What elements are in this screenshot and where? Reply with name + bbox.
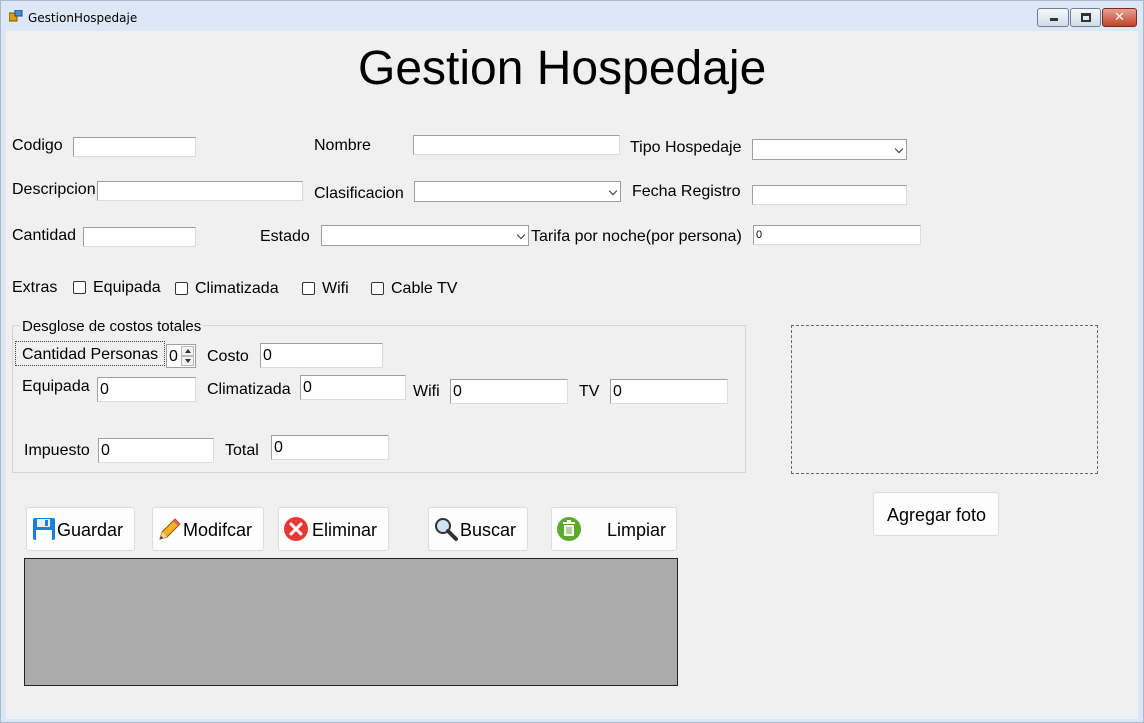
climatizada-checkbox[interactable] xyxy=(175,282,188,295)
fecha-registro-input[interactable] xyxy=(752,185,907,205)
guardar-button[interactable]: Guardar xyxy=(26,507,135,551)
estado-label: Estado xyxy=(260,228,310,245)
stepper-down-arrow-icon[interactable] xyxy=(181,356,194,366)
tv-cost-input[interactable]: 0 xyxy=(610,379,728,404)
limpiar-label: Limpiar xyxy=(607,520,667,540)
cable-tv-checkbox-label[interactable]: Cable TV xyxy=(391,280,457,298)
data-grid[interactable] xyxy=(24,558,678,686)
tipo-hospedaje-label: Tipo Hospedaje xyxy=(630,139,742,156)
close-button[interactable]: ✕ xyxy=(1102,8,1137,27)
minimize-icon xyxy=(1050,18,1058,21)
cantidad-label: Cantidad xyxy=(12,227,77,244)
maximize-button[interactable] xyxy=(1070,8,1101,27)
tv-cost-label: TV xyxy=(579,383,600,400)
nombre-label: Nombre xyxy=(314,137,371,154)
cable-tv-checkbox[interactable] xyxy=(371,282,384,295)
cantidad-personas-stepper[interactable]: 0 xyxy=(166,344,196,368)
cantidad-input[interactable] xyxy=(83,227,196,247)
eliminar-button[interactable]: Eliminar xyxy=(278,507,389,551)
equipada-cost-input[interactable]: 0 xyxy=(97,377,196,402)
modificar-button[interactable]: Modifcar xyxy=(152,507,264,551)
codigo-input[interactable] xyxy=(73,137,196,157)
wifi-checkbox-label[interactable]: Wifi xyxy=(322,280,349,298)
form-client-area: Gestion Hospedaje Codigo Nombre Tipo Hos… xyxy=(6,31,1138,719)
trash-icon xyxy=(557,517,581,541)
climatizada-cost-label: Climatizada xyxy=(207,381,291,398)
stepper-up-arrow-icon[interactable] xyxy=(181,346,194,356)
costs-group-title: Desglose de costos totales xyxy=(20,318,204,335)
close-icon: ✕ xyxy=(1114,10,1125,25)
tipo-hospedaje-select[interactable] xyxy=(752,139,907,160)
wifi-cost-input[interactable]: 0 xyxy=(450,379,568,404)
stepper-buttons xyxy=(181,346,194,366)
maximize-icon xyxy=(1081,13,1091,22)
eliminar-label: Eliminar xyxy=(312,520,378,540)
cantidad-personas-label: Cantidad Personas xyxy=(22,346,159,363)
wifi-cost-label: Wifi xyxy=(413,383,440,400)
codigo-label: Codigo xyxy=(12,137,63,154)
save-icon xyxy=(33,518,55,540)
agregar-foto-button[interactable]: Agregar foto xyxy=(873,492,999,536)
app-icon xyxy=(9,10,23,22)
wifi-checkbox[interactable] xyxy=(302,282,315,295)
impuesto-input[interactable]: 0 xyxy=(98,438,214,463)
buscar-label: Buscar xyxy=(460,520,517,540)
total-input[interactable]: 0 xyxy=(271,435,389,460)
tarifa-label: Tarifa por noche(por persona) xyxy=(531,228,742,245)
clasificacion-label: Clasificacion xyxy=(314,185,404,202)
total-label: Total xyxy=(225,442,259,459)
descripcion-label: Descripcion xyxy=(12,181,96,198)
app-window: GestionHospedaje ✕ Gestion Hospedaje Cod… xyxy=(0,0,1144,723)
climatizada-checkbox-label[interactable]: Climatizada xyxy=(195,280,279,298)
fecha-registro-label: Fecha Registro xyxy=(632,183,741,200)
limpiar-button[interactable]: Limpiar xyxy=(551,507,677,551)
nombre-input[interactable] xyxy=(413,135,620,155)
equipada-checkbox[interactable] xyxy=(73,281,86,294)
tarifa-input[interactable]: 0 xyxy=(753,225,921,245)
guardar-label: Guardar xyxy=(57,520,124,540)
title-bar[interactable]: GestionHospedaje ✕ xyxy=(1,1,1143,31)
pencil-icon xyxy=(159,518,181,540)
window-title: GestionHospedaje xyxy=(28,11,138,25)
modificar-label: Modifcar xyxy=(183,520,253,540)
chevron-down-icon xyxy=(516,230,526,240)
clasificacion-select[interactable] xyxy=(414,181,621,202)
extras-label: Extras xyxy=(12,279,58,296)
cantidad-personas-value: 0 xyxy=(169,348,178,365)
climatizada-cost-input[interactable]: 0 xyxy=(300,375,406,400)
estado-select[interactable] xyxy=(321,225,529,246)
equipada-cost-label: Equipada xyxy=(22,378,90,395)
search-icon xyxy=(435,518,458,541)
costo-label: Costo xyxy=(207,348,249,365)
minimize-button[interactable] xyxy=(1037,8,1069,27)
buscar-button[interactable]: Buscar xyxy=(428,507,528,551)
agregar-foto-label: Agregar foto xyxy=(887,505,987,525)
impuesto-label: Impuesto xyxy=(24,442,90,459)
page-title: Gestion Hospedaje xyxy=(358,42,767,95)
costo-input[interactable]: 0 xyxy=(260,343,383,368)
chevron-down-icon xyxy=(608,186,618,196)
equipada-checkbox-label[interactable]: Equipada xyxy=(93,279,161,297)
delete-icon xyxy=(284,517,308,541)
photo-picturebox xyxy=(791,325,1098,474)
chevron-down-icon xyxy=(894,144,904,154)
descripcion-input[interactable] xyxy=(97,181,303,201)
